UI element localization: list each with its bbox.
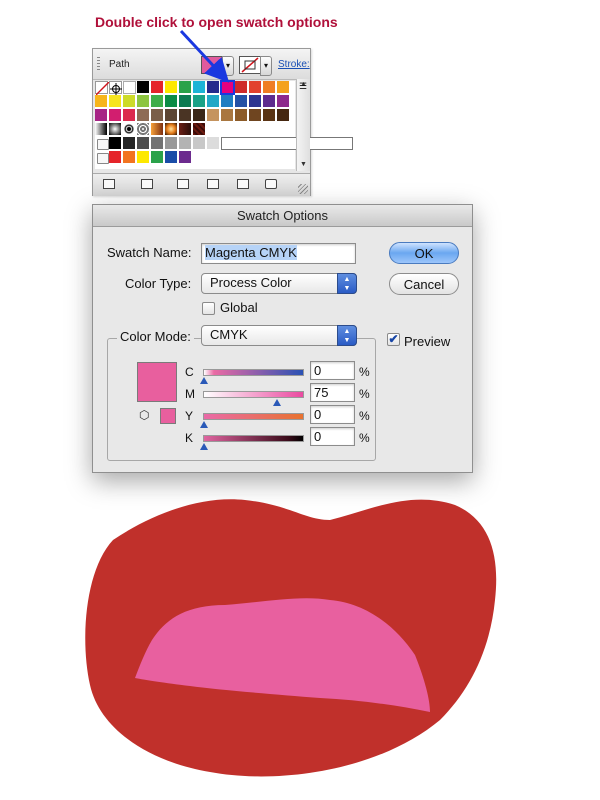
lips-artwork <box>85 499 497 777</box>
